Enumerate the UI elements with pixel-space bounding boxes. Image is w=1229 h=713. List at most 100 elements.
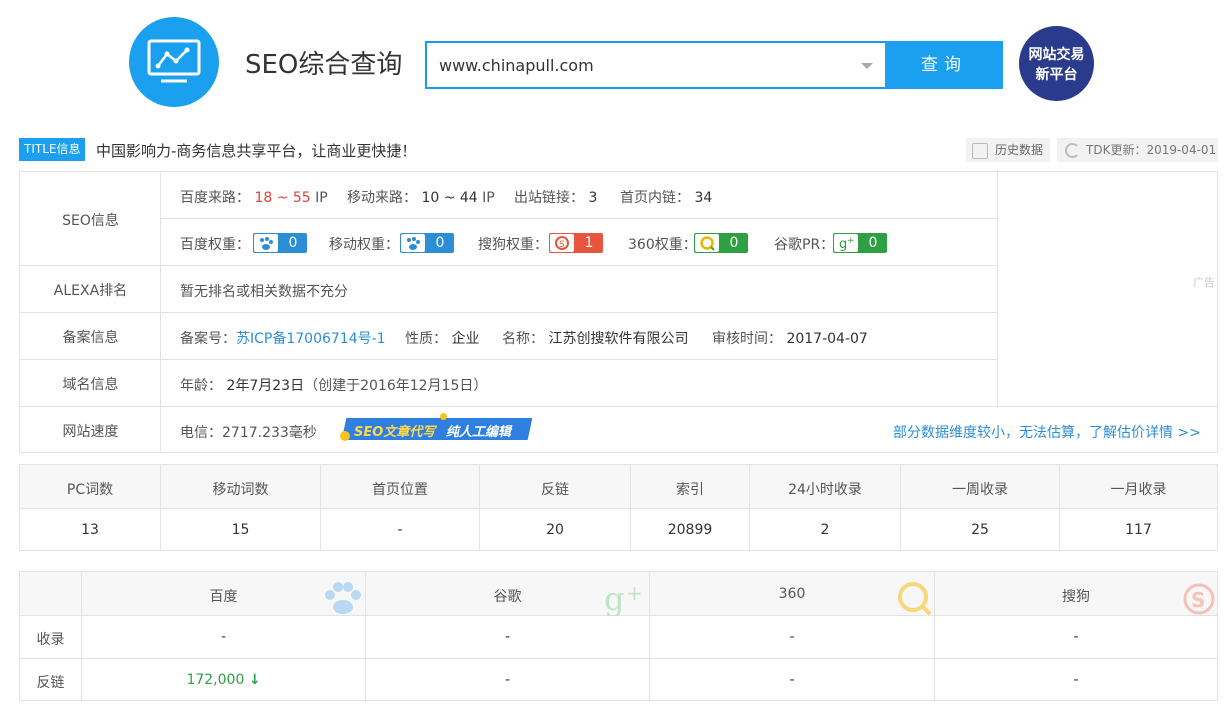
sogou-icon: S <box>550 234 574 252</box>
speed-value: 电信：2717.233毫秒 <box>180 425 317 441</box>
backlinks-google: - <box>504 672 511 688</box>
baidu-weight-badge[interactable]: 0 <box>253 233 307 253</box>
icp-company-label: 名称： <box>502 331 544 347</box>
so360-weight-label: 360权重： <box>628 237 697 253</box>
mobile-traffic-unit: IP <box>482 190 495 206</box>
alexa-value: 暂无排名或相关数据不充分 <box>180 284 348 300</box>
row-label-backlinks: 反链 <box>36 675 65 691</box>
domain-label: 域名信息 <box>62 377 119 393</box>
domain-created: （创建于2016年12月15日） <box>304 378 488 394</box>
arrow-down-icon: ↓ <box>248 672 261 688</box>
stat-value: 117 <box>1125 522 1152 538</box>
outbound-links-value[interactable]: 3 <box>588 190 597 206</box>
stat-value: 25 <box>971 522 989 538</box>
stat-value: 2 <box>820 522 830 538</box>
mobile-weight-label: 移动权重： <box>329 237 399 253</box>
baidu-traffic-value: 18 ~ 55 <box>254 190 311 206</box>
promo-text: SEO文章代写 纯人工编辑 <box>354 421 511 440</box>
trade-platform-badge[interactable]: 网站交易 新平台 <box>1019 26 1094 101</box>
site-title-text: 中国影响力-商务信息共享平台，让商业更快捷！ <box>96 142 417 160</box>
backlinks-sogou: - <box>1073 672 1079 688</box>
sogou-weight-label: 搜狗权重： <box>478 237 548 253</box>
tdk-update-button[interactable]: TDK更新：2019-04-01 <box>1057 138 1218 162</box>
promo-dot-decoration <box>340 431 350 441</box>
search-input[interactable]: www.chinapull.com <box>425 41 887 89</box>
google-plus-icon: g + <box>834 234 858 252</box>
stat-header: 一周收录 <box>952 482 1008 498</box>
stat-value: 15 <box>231 522 250 538</box>
svg-text:S: S <box>559 240 565 250</box>
icp-label: 备案信息 <box>62 330 119 346</box>
indexed-baidu: - <box>220 629 227 645</box>
icp-number: 备案号：苏ICP备17006714号-1 <box>180 328 386 348</box>
chart-monitor-icon <box>147 39 201 83</box>
refresh-icon <box>1065 143 1080 158</box>
icp-audit-value: 2017-04-07 <box>786 331 868 347</box>
history-data-button[interactable]: 历史数据 <box>966 138 1050 162</box>
promo-text-b: 纯人工编辑 <box>445 425 511 440</box>
icp-number-label: 备案号： <box>180 331 236 347</box>
icp-audit-label: 审核时间： <box>712 331 782 347</box>
backlinks-baidu-value[interactable]: 172,000 <box>186 672 244 688</box>
engine-table: g + S 百度 谷歌 360 搜狗 收录 - - - - 反链 172,000… <box>19 571 1218 701</box>
tdk-update-label: TDK更新：2019-04-01 <box>1086 143 1217 157</box>
mobile-weight-badge[interactable]: 0 <box>400 233 454 253</box>
promo-text-a: SEO文章代写 <box>354 425 436 440</box>
sogou-weight-badge[interactable]: S 1 <box>549 233 603 253</box>
stat-header: PC词数 <box>66 482 114 498</box>
alexa-label: ALEXA排名 <box>53 283 128 299</box>
chevron-down-icon[interactable] <box>861 63 873 69</box>
mobile-paw-icon <box>401 234 425 252</box>
promo-dot-decoration <box>440 413 447 420</box>
icp-nature: 性质： 企业 <box>405 328 479 348</box>
engine-header-360: 360 <box>778 586 806 602</box>
engine-header-google: 谷歌 <box>493 589 522 605</box>
stat-value[interactable]: 20 <box>480 522 630 538</box>
stat-header: 移动词数 <box>212 482 269 498</box>
stats-table: PC词数 移动词数 首页位置 反链 索引 24小时收录 一周收录 一月收录 13… <box>19 464 1218 551</box>
baidu-paw-icon <box>254 234 278 252</box>
domain-age: 年龄： 2年7月23日（创建于2016年12月15日） <box>180 375 487 395</box>
estimate-details-link[interactable]: 部分数据维度较小，无法估算，了解估价详情 >> <box>893 422 1201 442</box>
so360-icon <box>695 234 719 252</box>
google-pr-value: 0 <box>868 235 878 251</box>
stat-header: 首页位置 <box>372 482 428 498</box>
stat-header: 一月收录 <box>1110 482 1167 498</box>
ad-label: 广告 <box>1193 276 1215 289</box>
homepage-links-value[interactable]: 34 <box>694 190 712 206</box>
icp-audit: 审核时间： 2017-04-07 <box>712 328 868 348</box>
icp-number-link[interactable]: 苏ICP备17006714号-1 <box>236 331 386 347</box>
seo-info-table: SEO信息 百度来路： 18 ~ 55 IP 移动来路： 10 ~ 44 IP … <box>19 171 1218 453</box>
stat-value: - <box>397 522 403 538</box>
homepage-links: 首页内链： 34 <box>620 187 712 207</box>
indexed-sogou: - <box>1073 629 1079 645</box>
page-title: SEO综合查询 <box>245 50 403 80</box>
svg-text:+: + <box>847 236 855 246</box>
google-pr-label: 谷歌PR： <box>774 237 835 253</box>
baidu-traffic-unit: IP <box>315 190 328 206</box>
baidu-traffic: 百度来路： 18 ~ 55 IP <box>180 187 328 207</box>
google-pr-badge[interactable]: g + 0 <box>833 233 887 253</box>
seo-info-label: SEO信息 <box>62 213 119 229</box>
backlinks-baidu: 172,000 ↓ <box>82 672 365 688</box>
row-label-indexed: 收录 <box>36 632 65 648</box>
stat-value[interactable]: 20899 <box>631 522 749 538</box>
so360-weight-value: 0 <box>729 235 739 251</box>
sogou-weight-value: 1 <box>584 235 594 251</box>
stat-header: 索引 <box>676 482 704 498</box>
icp-company: 名称： 江苏创搜软件有限公司 <box>502 328 688 348</box>
domain-age-value: 2年7月23日 <box>226 378 305 394</box>
history-data-label: 历史数据 <box>995 143 1044 157</box>
baidu-weight-value: 0 <box>288 235 298 251</box>
baidu-traffic-label: 百度来路： <box>180 190 250 206</box>
promo-banner[interactable]: SEO文章代写 纯人工编辑 <box>340 413 533 442</box>
site-logo[interactable] <box>129 17 219 107</box>
search-button[interactable]: 查询 <box>885 41 1003 89</box>
icp-company-value: 江苏创搜软件有限公司 <box>548 331 689 347</box>
mobile-weight-value: 0 <box>435 235 445 251</box>
search-bar: www.chinapull.com 查询 <box>425 41 1003 89</box>
so360-weight-badge[interactable]: 0 <box>694 233 748 253</box>
engine-header-baidu: 百度 <box>209 589 238 605</box>
badge-line2: 新平台 <box>1035 67 1078 83</box>
mobile-traffic-label: 移动来路： <box>347 190 417 206</box>
